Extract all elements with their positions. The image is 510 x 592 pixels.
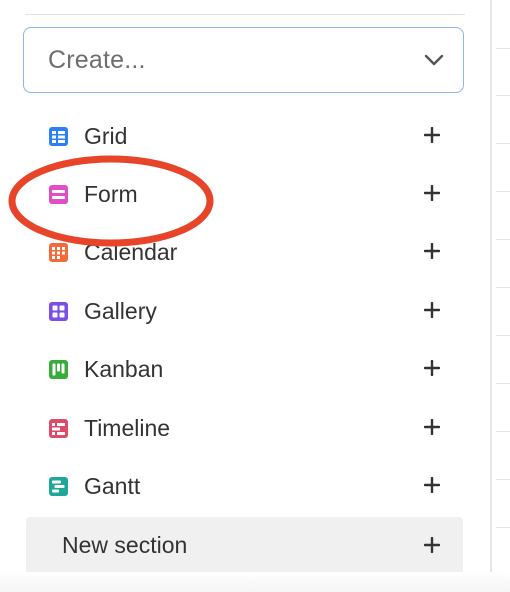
view-item-label: Kanban — [84, 355, 164, 382]
view-item-label: Calendar — [84, 238, 178, 265]
chevron-down-icon — [424, 54, 444, 66]
gantt-icon — [49, 476, 68, 496]
timeline-icon — [49, 418, 68, 438]
view-item-timeline[interactable]: Timeline — [26, 405, 463, 451]
view-item-label: Timeline — [84, 414, 171, 441]
form-icon — [49, 184, 68, 204]
view-item-label: Form — [84, 180, 138, 207]
view-item-grid[interactable]: Grid — [26, 113, 463, 159]
create-dropdown-label: Create... — [48, 45, 146, 74]
add-form-icon[interactable] — [424, 185, 440, 201]
view-item-gantt[interactable]: Gantt — [26, 463, 463, 509]
add-timeline-icon[interactable] — [424, 419, 440, 435]
add-gantt-icon[interactable] — [424, 477, 440, 493]
bottom-edge — [0, 572, 510, 592]
view-item-label: Gantt — [84, 472, 141, 499]
panel-divider — [490, 0, 492, 592]
kanban-icon — [49, 359, 68, 379]
view-item-form[interactable]: Form — [26, 171, 463, 217]
add-calendar-icon[interactable] — [424, 243, 440, 259]
new-section-button[interactable]: New section — [26, 517, 463, 574]
view-item-label: Grid — [84, 122, 128, 149]
add-grid-icon[interactable] — [424, 127, 440, 143]
add-section-icon[interactable] — [424, 537, 440, 553]
view-item-calendar[interactable]: Calendar — [26, 229, 463, 275]
add-kanban-icon[interactable] — [424, 360, 440, 376]
top-divider — [25, 14, 465, 15]
grid-icon — [49, 126, 68, 146]
gallery-icon — [49, 301, 68, 321]
view-item-kanban[interactable]: Kanban — [26, 346, 463, 392]
new-section-label: New section — [62, 532, 188, 558]
view-item-gallery[interactable]: Gallery — [26, 288, 463, 334]
create-view-dropdown[interactable]: Create... — [23, 27, 464, 93]
add-gallery-icon[interactable] — [424, 302, 440, 318]
view-item-label: Gallery — [84, 297, 157, 324]
calendar-icon — [49, 242, 68, 262]
